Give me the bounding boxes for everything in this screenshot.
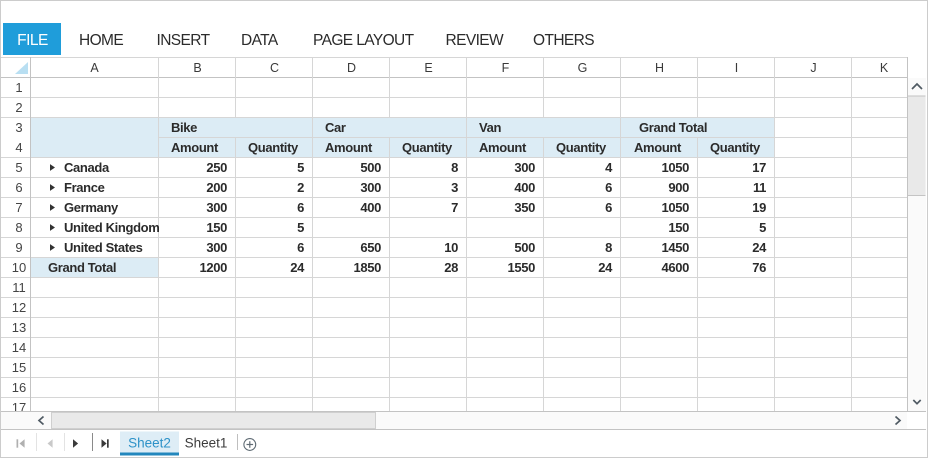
- svg-text:150: 150: [668, 220, 689, 235]
- svg-text:REVIEW: REVIEW: [446, 32, 505, 49]
- svg-text:B: B: [193, 61, 201, 75]
- svg-text:10: 10: [12, 260, 26, 275]
- svg-text:1050: 1050: [661, 200, 689, 215]
- svg-text:K: K: [880, 61, 889, 75]
- svg-text:6: 6: [605, 180, 612, 195]
- svg-text:150: 150: [206, 220, 227, 235]
- svg-text:Sheet1: Sheet1: [185, 436, 228, 451]
- svg-text:Quantity: Quantity: [248, 140, 299, 155]
- svg-text:300: 300: [514, 160, 535, 175]
- svg-text:8: 8: [451, 160, 458, 175]
- svg-text:Canada: Canada: [64, 160, 110, 175]
- svg-text:500: 500: [514, 240, 535, 255]
- svg-text:12: 12: [12, 300, 26, 315]
- svg-text:3: 3: [451, 180, 458, 195]
- svg-text:DATA: DATA: [241, 32, 279, 49]
- svg-text:6: 6: [297, 240, 304, 255]
- svg-text:250: 250: [206, 160, 227, 175]
- svg-text:16: 16: [12, 380, 26, 395]
- svg-text:4600: 4600: [661, 260, 689, 275]
- svg-text:400: 400: [514, 180, 535, 195]
- svg-text:Grand Total: Grand Total: [639, 120, 707, 135]
- svg-text:6: 6: [605, 200, 612, 215]
- svg-text:4: 4: [15, 140, 22, 155]
- svg-text:J: J: [810, 61, 816, 75]
- svg-text:FILE: FILE: [17, 32, 48, 49]
- svg-text:Bike: Bike: [171, 120, 197, 135]
- svg-text:7: 7: [15, 200, 22, 215]
- svg-text:1200: 1200: [199, 260, 227, 275]
- svg-text:1450: 1450: [661, 240, 689, 255]
- svg-text:United States: United States: [64, 240, 143, 255]
- svg-text:1: 1: [15, 80, 22, 95]
- svg-text:19: 19: [752, 200, 766, 215]
- svg-text:14: 14: [12, 340, 26, 355]
- svg-text:5: 5: [297, 160, 304, 175]
- svg-text:300: 300: [206, 240, 227, 255]
- svg-text:8: 8: [605, 240, 612, 255]
- svg-text:D: D: [347, 61, 356, 75]
- svg-text:Car: Car: [325, 120, 346, 135]
- svg-text:28: 28: [444, 260, 458, 275]
- svg-text:C: C: [270, 61, 279, 75]
- svg-text:Sheet2: Sheet2: [128, 436, 171, 451]
- svg-text:11: 11: [12, 280, 26, 295]
- svg-text:Germany: Germany: [64, 200, 119, 215]
- svg-text:1550: 1550: [507, 260, 535, 275]
- svg-text:11: 11: [753, 180, 766, 195]
- svg-text:5: 5: [297, 220, 304, 235]
- svg-text:13: 13: [12, 320, 26, 335]
- svg-text:8: 8: [15, 220, 22, 235]
- svg-text:I: I: [735, 61, 738, 75]
- svg-text:6: 6: [15, 180, 22, 195]
- svg-text:300: 300: [206, 200, 227, 215]
- svg-text:6: 6: [297, 200, 304, 215]
- svg-text:200: 200: [206, 180, 227, 195]
- svg-text:Amount: Amount: [171, 140, 219, 155]
- svg-text:76: 76: [752, 260, 766, 275]
- svg-text:2: 2: [15, 100, 22, 115]
- svg-text:Amount: Amount: [634, 140, 682, 155]
- svg-text:A: A: [90, 61, 99, 75]
- svg-text:INSERT: INSERT: [157, 32, 211, 49]
- svg-text:Quantity: Quantity: [556, 140, 607, 155]
- svg-text:15: 15: [12, 360, 26, 375]
- svg-text:H: H: [655, 61, 664, 75]
- svg-text:F: F: [502, 61, 510, 75]
- svg-text:4: 4: [605, 160, 613, 175]
- svg-text:Amount: Amount: [479, 140, 527, 155]
- svg-text:1850: 1850: [353, 260, 381, 275]
- svg-text:400: 400: [360, 200, 381, 215]
- svg-text:1050: 1050: [661, 160, 689, 175]
- svg-text:900: 900: [668, 180, 689, 195]
- svg-text:Grand Total: Grand Total: [48, 260, 116, 275]
- svg-text:HOME: HOME: [79, 32, 123, 49]
- svg-text:PAGE LAYOUT: PAGE LAYOUT: [313, 32, 415, 49]
- svg-text:3: 3: [15, 120, 22, 135]
- svg-text:Amount: Amount: [325, 140, 373, 155]
- svg-text:Quantity: Quantity: [710, 140, 761, 155]
- svg-text:24: 24: [752, 240, 767, 255]
- svg-text:350: 350: [514, 200, 535, 215]
- svg-text:9: 9: [15, 240, 22, 255]
- svg-text:24: 24: [598, 260, 613, 275]
- svg-text:Quantity: Quantity: [402, 140, 453, 155]
- svg-text:500: 500: [360, 160, 381, 175]
- svg-text:10: 10: [444, 240, 458, 255]
- svg-text:G: G: [578, 61, 588, 75]
- svg-text:United Kingdom: United Kingdom: [64, 220, 159, 235]
- svg-text:E: E: [424, 61, 432, 75]
- svg-text:650: 650: [360, 240, 381, 255]
- svg-text:France: France: [64, 180, 105, 195]
- svg-text:24: 24: [290, 260, 305, 275]
- svg-text:OTHERS: OTHERS: [533, 32, 594, 49]
- svg-text:Van: Van: [479, 120, 501, 135]
- svg-text:5: 5: [759, 220, 766, 235]
- svg-text:5: 5: [15, 160, 22, 175]
- svg-text:17: 17: [752, 160, 766, 175]
- svg-text:300: 300: [360, 180, 381, 195]
- svg-text:2: 2: [297, 180, 304, 195]
- svg-text:7: 7: [451, 200, 458, 215]
